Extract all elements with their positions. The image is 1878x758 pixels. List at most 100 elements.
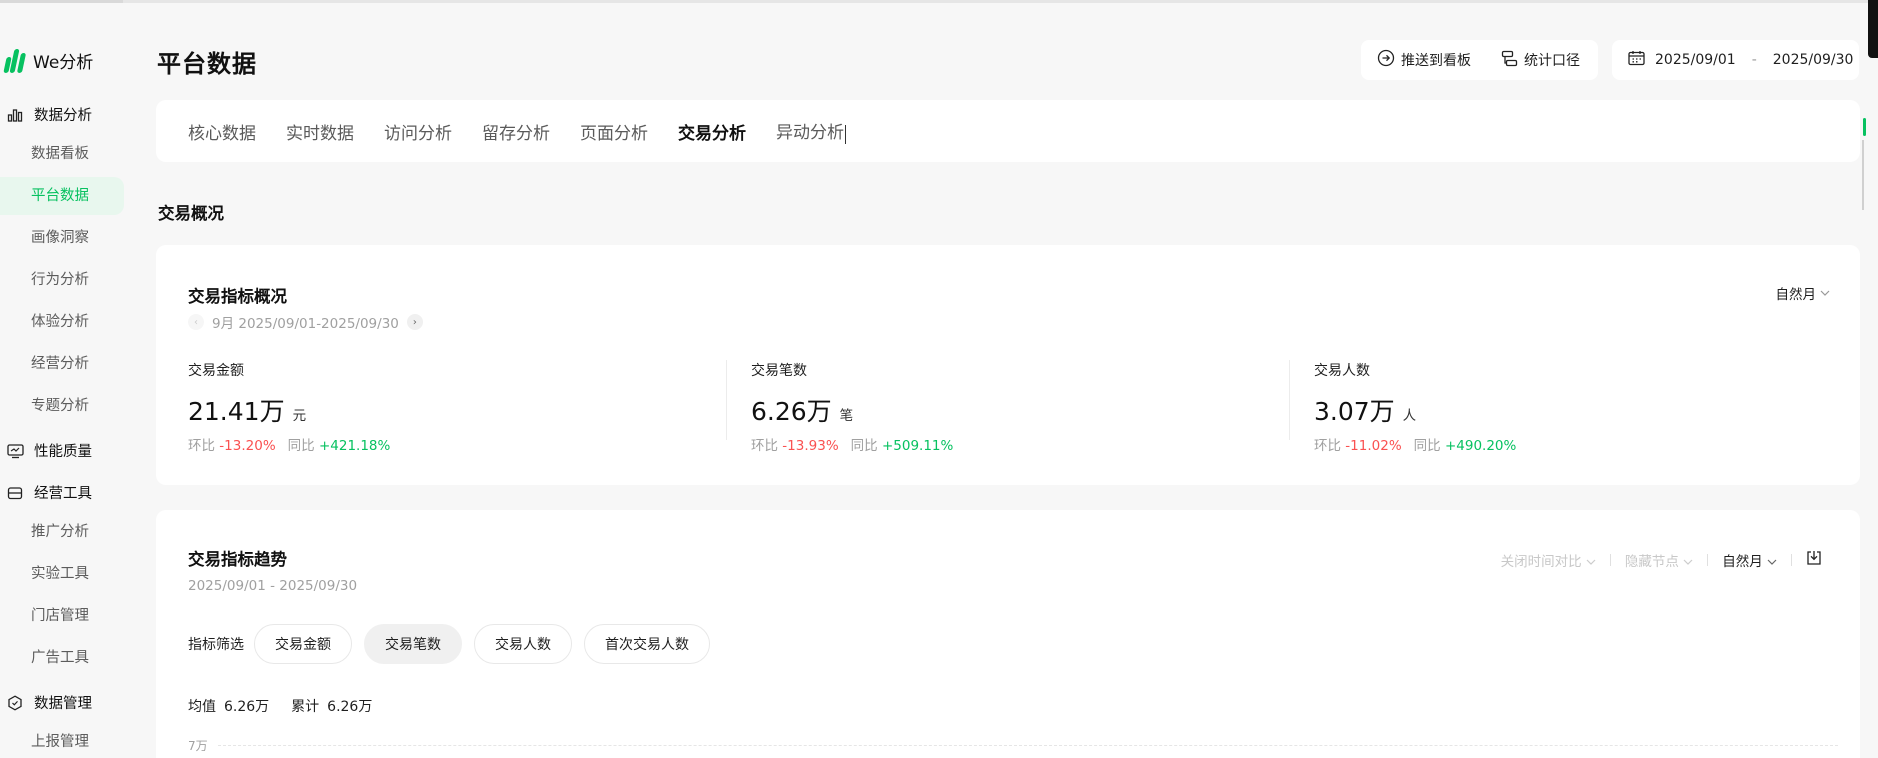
sidebar-item-topic[interactable]: 专题分析 bbox=[0, 387, 124, 425]
mom-value: -11.02% bbox=[1345, 438, 1402, 454]
tab-anomaly-wrapper: 异动分析 bbox=[776, 118, 846, 144]
tab-transaction-analysis[interactable]: 交易分析 bbox=[678, 119, 746, 144]
hexagon-icon bbox=[6, 694, 24, 712]
sidebar-group-label: 性能质量 bbox=[34, 444, 92, 460]
tab-realtime-data[interactable]: 实时数据 bbox=[286, 119, 354, 144]
chevron-down-icon bbox=[1586, 559, 1596, 565]
chart-gridline bbox=[218, 745, 1838, 746]
total-value: 6.26万 bbox=[327, 699, 373, 715]
metric-transaction-count: 交易笔数 6.26万笔 环比 -13.93% 同比 +509.11% bbox=[751, 360, 953, 454]
text-cursor bbox=[845, 124, 846, 144]
hide-nodes-select[interactable]: 隐藏节点 bbox=[1625, 550, 1693, 570]
yoy-comparison: 同比 +421.18% bbox=[288, 434, 391, 454]
chevron-down-icon bbox=[1767, 559, 1777, 565]
tab-retention-analysis[interactable]: 留存分析 bbox=[482, 119, 550, 144]
tab-core-data[interactable]: 核心数据 bbox=[188, 119, 256, 144]
option-divider bbox=[1609, 554, 1611, 566]
store-icon bbox=[6, 484, 24, 502]
chip-transaction-users[interactable]: 交易人数 bbox=[474, 624, 572, 664]
period-text: 9月 2025/09/01-2025/09/30 bbox=[212, 316, 399, 332]
chevron-left-icon[interactable]: ‹ bbox=[188, 314, 204, 330]
total-stat: 累计 6.26万 bbox=[291, 696, 372, 716]
sidebar-item-experiment[interactable]: 实验工具 bbox=[0, 555, 124, 593]
mom-comparison: 环比 -13.20% bbox=[188, 434, 276, 454]
sidebar-group-data-management[interactable]: 数据管理 bbox=[6, 692, 92, 713]
sidebar-group-label: 数据分析 bbox=[34, 108, 92, 124]
sidebar-item-ads[interactable]: 广告工具 bbox=[0, 639, 124, 677]
sidebar-group-data-analysis[interactable]: 数据分析 bbox=[6, 104, 92, 125]
sidebar-item-business[interactable]: 经营分析 bbox=[0, 345, 124, 383]
trend-date-range: 2025/09/01 - 2025/09/30 bbox=[188, 578, 358, 594]
tab-page-analysis[interactable]: 页面分析 bbox=[580, 119, 648, 144]
statistic-caliber-label: 统计口径 bbox=[1524, 53, 1580, 69]
trend-stats: 均值 6.26万 累计 6.26万 bbox=[188, 696, 372, 716]
yoy-comparison: 同比 +509.11% bbox=[851, 434, 954, 454]
yoy-value: +509.11% bbox=[881, 438, 954, 454]
metric-filter: 指标筛选 交易金额 交易笔数 交易人数 首次交易人数 bbox=[188, 624, 710, 664]
metric-value: 21.41万 bbox=[188, 397, 285, 426]
metric-label: 交易金额 bbox=[188, 363, 244, 379]
analysis-tabs: 核心数据 实时数据 访问分析 留存分析 页面分析 交易分析 异动分析 bbox=[156, 100, 1860, 162]
logo[interactable]: We分析 bbox=[3, 48, 94, 73]
option-divider bbox=[1791, 554, 1792, 566]
sidebar-item-dashboard[interactable]: 数据看板 bbox=[0, 135, 124, 173]
trend-options: 关闭时间对比 隐藏节点 自然月 bbox=[1501, 550, 1822, 570]
sidebar-item-experience[interactable]: 体验分析 bbox=[0, 303, 124, 341]
header-actions: 推送到看板 统计口径 bbox=[1361, 40, 1598, 80]
mom-comparison: 环比 -13.93% bbox=[751, 434, 839, 454]
yoy-label: 同比 bbox=[1413, 438, 1441, 454]
overview-granularity-select[interactable]: 自然月 bbox=[1776, 283, 1831, 303]
arrow-circle-icon bbox=[1377, 49, 1395, 71]
sidebar-item-promotion[interactable]: 推广分析 bbox=[0, 513, 124, 551]
we-analysis-logo-icon bbox=[3, 48, 27, 73]
yoy-comparison: 同比 +490.20% bbox=[1414, 434, 1517, 454]
average-value: 6.26万 bbox=[224, 699, 270, 715]
scrollbar-thumb[interactable] bbox=[1862, 140, 1864, 210]
page-title: 平台数据 bbox=[157, 50, 257, 78]
metric-label: 交易笔数 bbox=[751, 363, 807, 379]
tab-anomaly-analysis[interactable]: 异动分析 bbox=[776, 123, 844, 143]
sidebar-group-performance[interactable]: 性能质量 bbox=[6, 440, 92, 461]
trend-granularity-select[interactable]: 自然月 bbox=[1722, 550, 1777, 570]
sidebar-item-portrait[interactable]: 画像洞察 bbox=[0, 219, 124, 257]
download-icon[interactable] bbox=[1806, 550, 1822, 570]
average-label: 均值 bbox=[188, 699, 216, 715]
y-axis-tick: 7万 bbox=[188, 739, 208, 753]
scroll-indicator bbox=[1863, 118, 1866, 136]
metric-transaction-amount: 交易金额 21.41万元 环比 -13.20% 同比 +421.18% bbox=[188, 360, 390, 454]
mom-label: 环比 bbox=[188, 438, 215, 454]
metric-label: 交易人数 bbox=[1314, 363, 1370, 379]
logo-text: We分析 bbox=[33, 53, 94, 73]
chevron-right-icon[interactable]: › bbox=[406, 314, 423, 330]
time-compare-toggle[interactable]: 关闭时间对比 bbox=[1501, 550, 1596, 570]
hide-nodes-label: 隐藏节点 bbox=[1624, 554, 1679, 570]
sidebar-item-behavior[interactable]: 行为分析 bbox=[0, 261, 124, 299]
date-end[interactable]: 2025/09/30 bbox=[1773, 52, 1854, 68]
sidebar-item-report[interactable]: 上报管理 bbox=[0, 723, 124, 758]
metric-transaction-users: 交易人数 3.07万人 环比 -11.02% 同比 +490.20% bbox=[1314, 360, 1516, 454]
caliber-icon bbox=[1501, 50, 1518, 71]
metric-divider bbox=[1289, 360, 1290, 440]
date-start[interactable]: 2025/09/01 bbox=[1655, 52, 1736, 68]
sidebar-group-tools[interactable]: 经营工具 bbox=[6, 482, 92, 503]
date-range-picker[interactable]: 2025/09/01 - 2025/09/30 bbox=[1612, 40, 1859, 80]
statistic-caliber-button[interactable]: 统计口径 bbox=[1501, 50, 1580, 71]
mom-value: -13.93% bbox=[782, 438, 839, 454]
sidebar-item-platform-data[interactable]: 平台数据 bbox=[0, 177, 124, 215]
chip-transaction-count[interactable]: 交易笔数 bbox=[364, 624, 462, 664]
chevron-down-icon bbox=[1820, 285, 1830, 301]
chip-first-transaction-users[interactable]: 首次交易人数 bbox=[584, 624, 710, 664]
push-to-dashboard-button[interactable]: 推送到看板 bbox=[1377, 49, 1471, 71]
filter-label: 指标筛选 bbox=[188, 637, 244, 653]
average-stat: 均值 6.26万 bbox=[188, 696, 269, 716]
mom-value: -13.20% bbox=[219, 438, 276, 454]
metric-unit: 元 bbox=[292, 408, 307, 424]
section-title: 交易概况 bbox=[158, 204, 224, 223]
chip-transaction-amount[interactable]: 交易金额 bbox=[254, 624, 352, 664]
tab-visit-analysis[interactable]: 访问分析 bbox=[384, 119, 452, 144]
overview-title: 交易指标概况 bbox=[188, 287, 287, 306]
yoy-label: 同比 bbox=[850, 438, 878, 454]
overview-period: ‹ 9月 2025/09/01-2025/09/30 › bbox=[188, 312, 423, 332]
sidebar-item-store[interactable]: 门店管理 bbox=[0, 597, 124, 635]
top-border bbox=[0, 0, 1878, 3]
